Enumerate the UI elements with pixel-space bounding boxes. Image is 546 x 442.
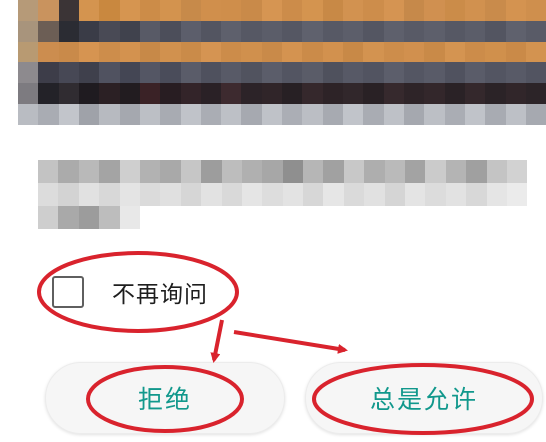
pixel-row [18, 20, 546, 42]
pixel-row [18, 41, 546, 63]
arrow-icon [210, 319, 224, 363]
pixel-text-row [38, 183, 528, 206]
pixel-row [18, 104, 546, 125]
pixel-text-row [38, 206, 528, 229]
arrow-icon [233, 330, 348, 354]
always-allow-button[interactable]: 总是允许 [305, 362, 543, 434]
pixel-text-row [38, 160, 528, 183]
checkbox-label: 不再询问 [112, 282, 208, 308]
dont-ask-again-checkbox[interactable]: 不再询问 [52, 270, 208, 314]
pixel-row [18, 83, 546, 105]
always-allow-button-label: 总是允许 [369, 385, 478, 414]
pixel-row [18, 62, 546, 84]
pixelated-image [18, 0, 546, 125]
deny-button[interactable]: 拒绝 [45, 362, 285, 434]
deny-button-label: 拒绝 [137, 385, 192, 414]
pixelated-message [38, 160, 528, 229]
pixel-row [18, 0, 546, 21]
checkbox-icon[interactable] [52, 276, 84, 308]
